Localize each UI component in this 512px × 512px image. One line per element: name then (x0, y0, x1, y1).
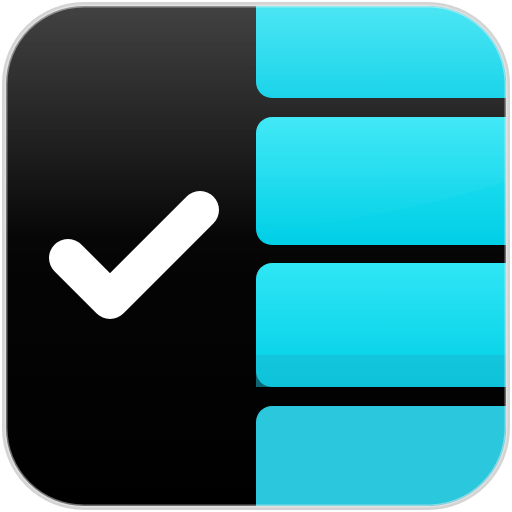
checklist-app-icon (0, 0, 512, 512)
